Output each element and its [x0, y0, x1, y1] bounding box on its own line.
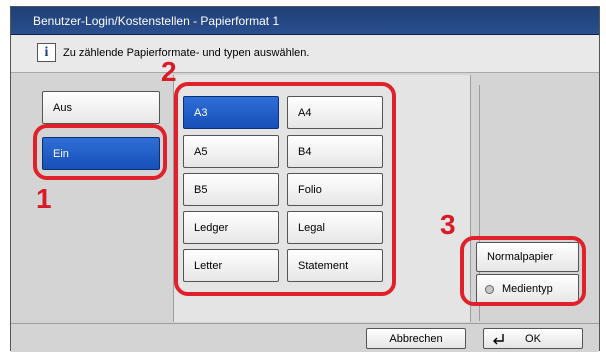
cancel-button[interactable]: Abbrechen	[366, 328, 466, 349]
message-bar: i Zu zählende Papierformate- und typen a…	[11, 35, 599, 73]
callout-box-1	[33, 124, 167, 180]
enter-arrow-icon	[492, 332, 506, 346]
info-icon: i	[37, 43, 56, 62]
off-button-label: Aus	[53, 101, 72, 114]
callout-number-2: 2	[161, 56, 177, 87]
callout-number-3: 3	[440, 209, 456, 240]
cancel-label: Abbrechen	[389, 332, 443, 345]
callout-number-1: 1	[36, 183, 52, 214]
message-text: Zu zählende Papierformate- und typen aus…	[63, 47, 310, 59]
ok-button[interactable]: OK	[483, 328, 583, 349]
callout-box-3	[460, 236, 586, 306]
window-title: Benutzer-Login/Kostenstellen - Papierfor…	[11, 7, 599, 35]
callout-box-2	[174, 82, 396, 296]
bottom-bar: Abbrechen OK	[11, 323, 599, 352]
off-button[interactable]: Aus	[42, 91, 160, 124]
ok-label: OK	[525, 332, 541, 345]
